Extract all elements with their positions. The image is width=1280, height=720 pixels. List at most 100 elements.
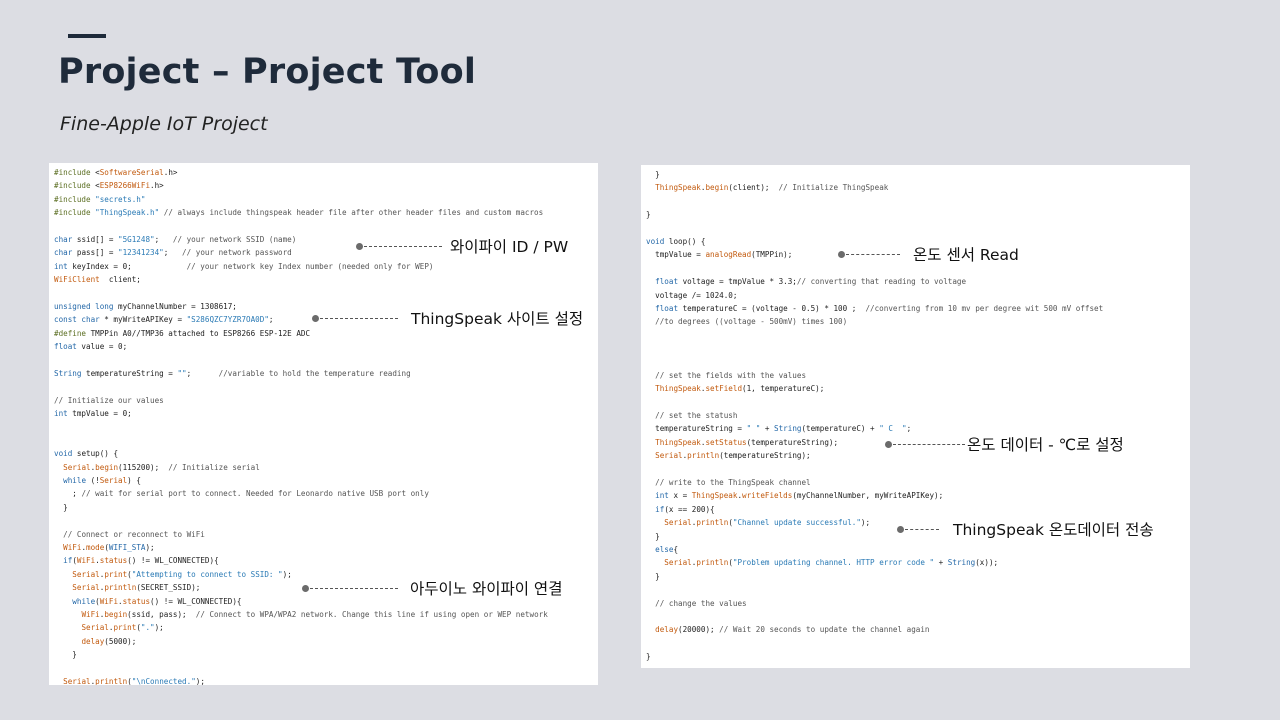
code-token: ESP8266WiFi [99, 181, 151, 191]
code-token: else [655, 544, 674, 554]
annotation-label: 온도 센서 Read [913, 246, 1019, 264]
code-line: ThingSpeak.setField(1, temperatureC); [646, 382, 1190, 395]
code-token: (115200); [118, 462, 169, 472]
code-token: ); [860, 518, 871, 528]
code-token: (myChannelNumber, myWriteAPIKey); [792, 491, 944, 501]
code-token: voltage = tmpValue * 3.3; [678, 277, 797, 287]
code-token: (x)); [975, 558, 999, 568]
code-token: ThingSpeak [691, 491, 738, 501]
code-line: #include <ESP8266WiFi.h> [54, 179, 598, 192]
code-token: status [122, 596, 151, 606]
annotation-label: 아두이노 와이파이 연결 [410, 580, 563, 598]
code-token: mode [86, 542, 105, 552]
code-token: (temperatureString); [719, 451, 811, 461]
code-line: } [646, 208, 1190, 221]
code-token: () != WL_CONNECTED){ [127, 556, 219, 566]
code-token: //to degrees ((voltage - 500mV) times 10… [655, 317, 848, 327]
annotation-leader-line [364, 245, 442, 247]
code-line: else{ [646, 543, 1190, 556]
code-token: #include [54, 208, 96, 218]
title-accent-bar [68, 34, 106, 38]
code-token: ssid[] = [72, 234, 119, 244]
code-token: Serial [63, 462, 91, 472]
code-token: // Initialize serial [168, 462, 260, 472]
code-token: while [63, 475, 87, 485]
annotation-wifi-id-pw: 와이파이 ID / PW [356, 235, 568, 257]
code-token: } [54, 502, 68, 512]
code-token: * myWriteAPIKey = [99, 315, 187, 325]
code-panel-loop: } ThingSpeak.begin(client); // Initializ… [641, 165, 1190, 668]
code-token: // change the values [655, 598, 747, 608]
code-token: tmpValue = [646, 250, 706, 260]
code-token: ) { [127, 475, 141, 485]
code-token: (x == 200){ [664, 504, 715, 514]
code-line: Serial.begin(115200); // Initialize seri… [54, 461, 598, 474]
code-token: myChannelNumber = 1308617; [113, 301, 237, 311]
code-token: println [696, 518, 729, 528]
code-token: // converting that reading to voltage [796, 277, 967, 287]
annotation-dot [302, 584, 309, 592]
code-token: { [673, 544, 679, 554]
code-token: "secrets.h" [95, 194, 146, 204]
code-line: float temperatureC = (voltage - 0.5) * 1… [646, 302, 1190, 315]
code-token: int [54, 409, 68, 419]
code-token: #include [54, 168, 96, 177]
code-token: ); [154, 623, 164, 633]
code-token: temperatureC = (voltage - 0.5) * 100 ; [678, 303, 866, 313]
code-token: // your network key Index number (needed… [131, 261, 434, 271]
code-line: #include <SoftwareSerial.h> [54, 166, 598, 179]
code-token: TMPPin A0//TMP36 attached to ESP8266 ESP… [86, 328, 311, 338]
code-token: ThingSpeak [655, 183, 701, 193]
code-line: while (!Serial) { [54, 474, 598, 487]
code-line: void setup() { [54, 447, 598, 460]
code-line: // write to the ThingSpeak channel [646, 476, 1190, 489]
code-token: tmpValue = 0; [67, 409, 132, 419]
code-token: voltage /= 1024.0; [646, 290, 738, 300]
code-line: // set the fields with the values [646, 369, 1190, 382]
code-token: if [63, 556, 73, 566]
code-token: "" [177, 368, 187, 378]
code-token: begin [705, 183, 729, 193]
annotation-temp-celsius: 온도 데이터 - ℃로 설정 [885, 433, 1124, 455]
code-token: // set the fields with the values [655, 370, 807, 380]
code-token: ThingSpeak [655, 437, 701, 447]
code-token: "S286QZC7YZR7OA0D" [186, 315, 269, 325]
code-line: } [646, 650, 1190, 663]
code-token: void [54, 449, 73, 459]
annotation-temp-sensor-read: 온도 센서 Read [838, 243, 1019, 265]
code-line: // change the values [646, 597, 1190, 610]
annotation-leader-line [905, 528, 939, 530]
code-token: } [646, 652, 651, 662]
annotation-label: 와이파이 ID / PW [450, 238, 569, 256]
code-token: print [113, 623, 137, 633]
code-token: char [54, 248, 73, 258]
annotation-arduino-wifi: 아두이노 와이파이 연결 [302, 577, 562, 599]
code-token: x = [668, 491, 692, 501]
code-token: println [687, 451, 720, 461]
